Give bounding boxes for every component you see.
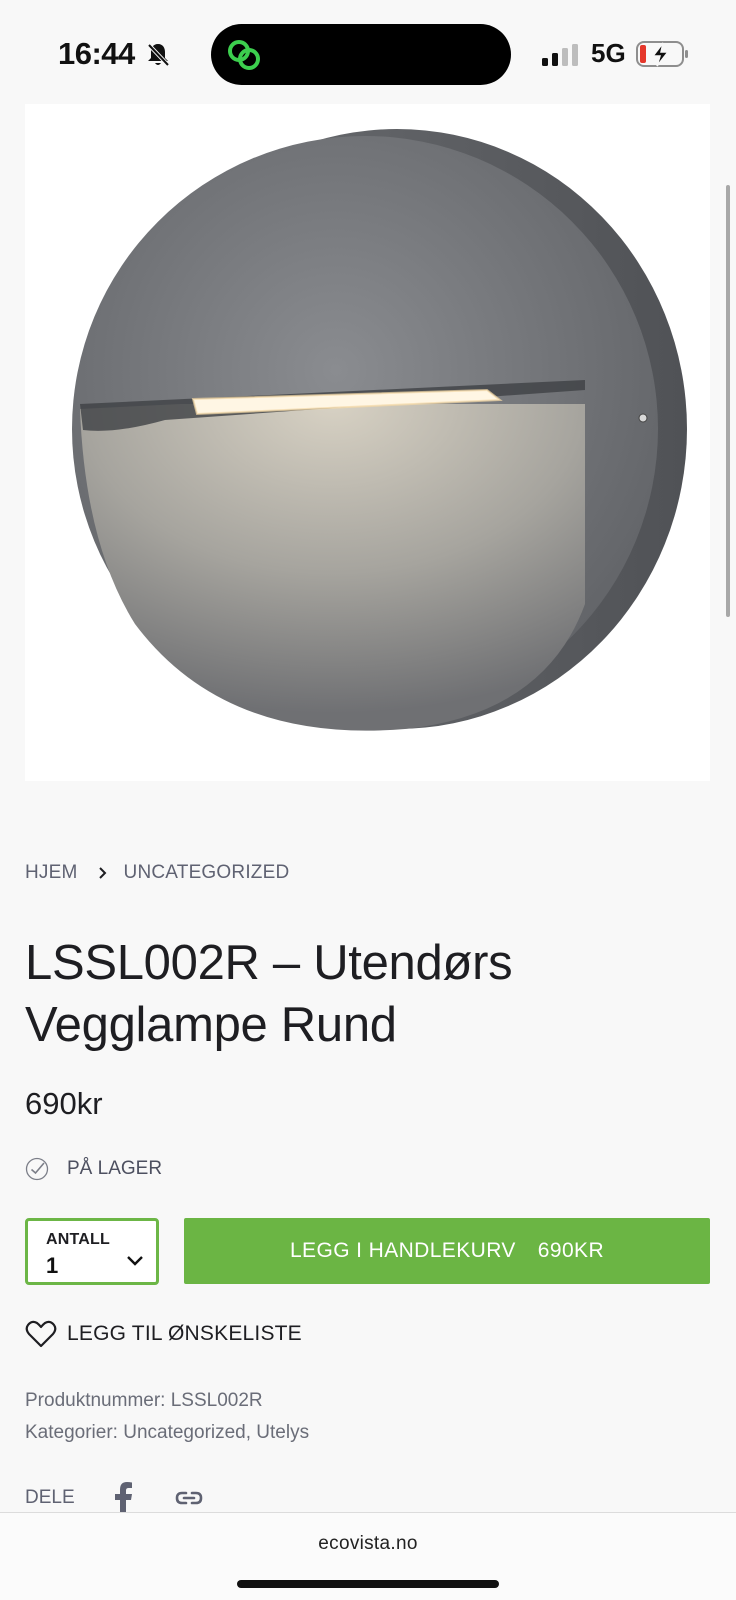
share-label: DELE — [25, 1487, 75, 1508]
breadcrumb-category-link[interactable]: UNCATEGORIZED — [124, 862, 290, 884]
add-to-cart-price: 690KR — [537, 1239, 605, 1262]
add-to-wishlist-button[interactable]: LEGG TIL ØNSKELISTE — [25, 1320, 302, 1348]
product-title: LSSL002R – Utendørs Vegglampe Rund — [25, 936, 513, 1052]
round-wall-lamp-image — [72, 129, 687, 731]
wishlist-label: LEGG TIL ØNSKELISTE — [67, 1322, 302, 1345]
facebook-icon[interactable] — [113, 1482, 133, 1514]
url-text[interactable]: ecovista.no — [0, 1533, 736, 1555]
status-time: 16:44 — [58, 36, 135, 71]
sku-value: LSSL002R — [170, 1390, 263, 1411]
add-to-cart-label: LEGG I HANDLEKURV — [289, 1239, 516, 1262]
battery-charging-icon — [636, 41, 688, 67]
add-to-cart-button[interactable]: LEGG I HANDLEKURV 690KR — [184, 1218, 710, 1284]
product-sku: Produktnummer: LSSL002R — [25, 1390, 263, 1412]
quantity-value: 1 — [46, 1253, 59, 1278]
scroll-indicator[interactable] — [726, 185, 730, 617]
quantity-label: ANTALL — [46, 1231, 110, 1248]
browser-url-bar[interactable]: ecovista.no — [0, 1512, 736, 1600]
categories-value[interactable]: Uncategorized, Utelys — [123, 1422, 309, 1443]
heart-icon — [25, 1320, 57, 1348]
signal-icon — [542, 44, 578, 66]
categories-label: Kategorier: — [25, 1422, 118, 1443]
chevron-down-icon — [127, 1256, 143, 1266]
share-row: DELE — [25, 1482, 203, 1514]
link-icon[interactable] — [175, 1490, 203, 1506]
breadcrumb: HJEM UNCATEGORIZED — [25, 862, 289, 884]
sku-label: Produktnummer: — [25, 1390, 166, 1411]
product-price: 690kr — [25, 1086, 103, 1121]
stock-status: PÅ LAGER — [25, 1157, 162, 1181]
product-categories: Kategorier: Uncategorized, Utelys — [25, 1422, 309, 1444]
chevron-right-icon — [98, 867, 106, 879]
island-app-icon — [228, 40, 260, 70]
home-indicator[interactable] — [237, 1580, 499, 1588]
status-bar: 16:44 5G — [0, 0, 736, 100]
breadcrumb-home-link[interactable]: HJEM — [25, 862, 78, 884]
network-label: 5G — [591, 38, 626, 68]
check-circle-icon — [25, 1157, 49, 1181]
stock-label: PÅ LAGER — [67, 1158, 163, 1179]
bell-off-icon — [147, 43, 170, 67]
quantity-select[interactable]: ANTALL 1 — [25, 1218, 159, 1285]
dynamic-island — [211, 24, 511, 85]
product-image[interactable] — [25, 104, 710, 781]
